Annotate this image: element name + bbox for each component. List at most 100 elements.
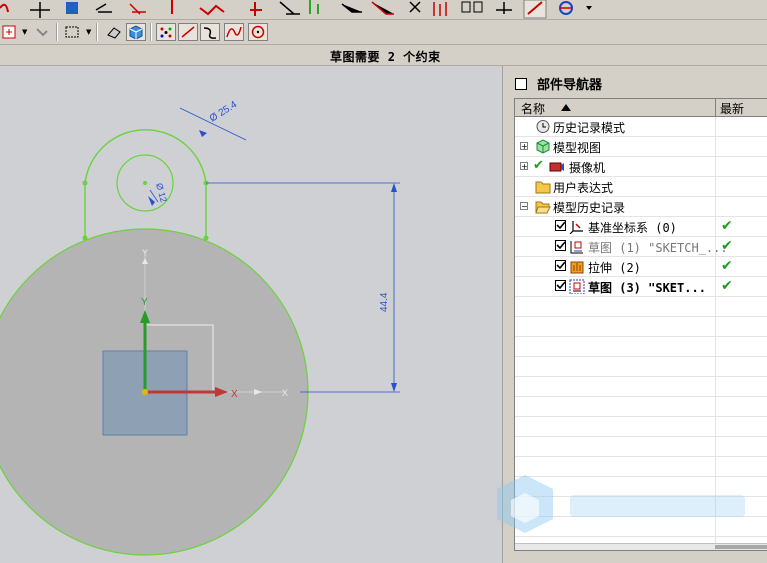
arrow-icon [391,183,397,192]
column-divider [715,217,716,237]
tree-row-model-history[interactable]: − 模型历史记录 [515,197,767,217]
clock-icon [536,120,550,133]
navigator-title-bar: 部件导航器 [515,74,602,93]
tree-row-label: 基准坐标系 (0) [588,221,677,235]
tree-row-label: 草图 (1) "SKETCH_... [588,241,728,255]
line-button[interactable] [178,23,198,41]
tree-row-datum-csys[interactable]: 基准坐标系 (0) ✔ [515,217,767,237]
top-toolbar [0,0,767,20]
check-icon [556,241,565,250]
empty-tree-row [515,297,767,317]
navigator-tree[interactable]: 名称 最新 历史记录模式 + 模型视图 + ✔ 摄像机 用户表达式 − 模型历史… [514,98,767,551]
profile-button[interactable] [0,23,20,41]
tree-row-history-mode[interactable]: 历史记录模式 [515,117,767,137]
sketch-point[interactable] [203,235,209,241]
expand-plus-icon[interactable]: + [520,162,528,171]
tree-row-label: 模型视图 [553,141,602,155]
dim-inner-text[interactable]: Ø 12 [154,182,169,203]
check-icon [556,261,565,270]
horizontal-scrollbar[interactable] [515,543,767,550]
selection-box-button[interactable] [62,23,82,41]
empty-tree-row [515,357,767,377]
column-divider [715,197,716,217]
empty-tree-row [515,457,767,477]
column-divider [715,457,716,477]
profile-dropdown-icon[interactable]: ▼ [22,28,27,36]
folder-icon [535,181,551,194]
sketch-view[interactable]: 44.4 Ø 25.4 Ø 12 Y X Y X [0,66,502,563]
outer-arc[interactable] [84,129,207,184]
scrollbar-thumb[interactable] [715,545,767,549]
expand-plus-icon[interactable]: + [520,142,528,151]
visibility-checkbox[interactable] [555,240,566,251]
shaded-view-button[interactable] [126,23,146,41]
col-name-header[interactable]: 名称 [521,100,545,117]
point-button[interactable] [156,23,176,41]
toolbar-separator [96,23,98,41]
empty-tree-row [515,477,767,497]
sketch-point[interactable] [82,235,88,241]
column-divider [715,417,716,437]
column-divider[interactable] [715,99,716,116]
arc-button[interactable] [200,23,220,41]
toolbar-separator [56,23,58,41]
dim-outer-diameter-text[interactable]: Ø 25.4 [208,99,240,124]
snap-button[interactable] [32,23,52,41]
navigator-title: 部件导航器 [537,78,603,93]
arrow-icon [148,196,155,206]
column-divider [715,397,716,417]
tree-row-sketch-3[interactable]: 草图 (3) "SKET... ✔ [515,277,767,297]
column-divider [715,137,716,157]
sketch-icon [569,279,585,294]
top-toolbar-icons[interactable] [0,0,767,19]
column-divider [715,477,716,497]
eraser-button[interactable] [104,23,124,41]
up-to-date-check-icon: ✔ [721,218,733,234]
selection-box-icon [65,26,79,38]
sketch-point[interactable] [82,180,88,186]
column-divider [715,117,716,137]
column-divider [715,297,716,317]
tree-row-label: 摄像机 [569,161,606,175]
check-icon [556,221,565,230]
csys-origin[interactable] [142,389,148,395]
sketch-x-label: X [282,388,288,398]
tree-row-user-expressions[interactable]: 用户表达式 [515,177,767,197]
up-to-date-check-icon: ✔ [721,278,733,294]
column-divider [715,157,716,177]
column-divider [715,257,716,277]
visibility-checkbox[interactable] [555,280,566,291]
line-icon [181,26,195,38]
csys-x-label: X [231,389,238,400]
empty-tree-row [515,397,767,417]
profile-icon [2,25,16,39]
column-divider [715,517,716,537]
sketch-point[interactable] [143,181,147,185]
graphics-window[interactable]: 44.4 Ø 25.4 Ø 12 Y X Y X [0,66,502,563]
arrow-icon [391,383,397,392]
circle-button[interactable] [248,23,268,41]
column-divider [715,237,716,257]
tree-row-extrude[interactable]: 拉伸 (2) ✔ [515,257,767,277]
visibility-checkbox[interactable] [555,260,566,271]
spline-button[interactable] [224,23,244,41]
tree-row-cameras[interactable]: + ✔ 摄像机 [515,157,767,177]
tree-row-model-views[interactable]: + 模型视图 [515,137,767,157]
sketch-toolbar: ▼ ▼ [0,20,767,45]
spline-icon [226,26,242,38]
sketch-icon [570,241,583,254]
status-message: 草图需要 2 个约束 [330,50,441,64]
collapse-minus-icon[interactable]: − [520,202,528,211]
tree-row-sketch-1[interactable]: 草图 (1) "SKETCH_... ✔ [515,237,767,257]
tree-header: 名称 最新 [515,99,767,117]
col-latest-header[interactable]: 最新 [720,100,744,117]
check-mark-icon: ✔ [533,158,544,173]
navigator-pin-icon[interactable] [515,77,527,90]
column-divider [715,277,716,297]
column-divider [715,377,716,397]
visibility-checkbox[interactable] [555,220,566,231]
dim-height-text[interactable]: 44.4 [379,292,390,312]
selection-dropdown-icon[interactable]: ▼ [86,28,91,36]
empty-tree-row [515,377,767,397]
csys-y-label: Y [141,297,148,308]
